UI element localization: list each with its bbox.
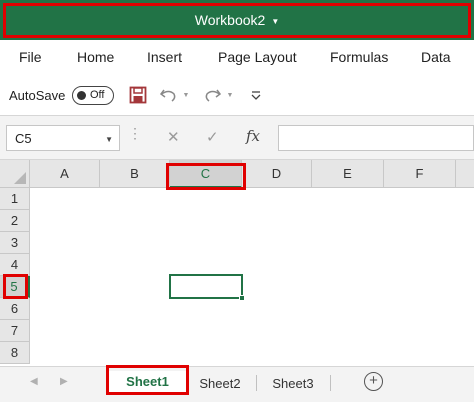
- scroll-left-icon[interactable]: ◀: [30, 376, 38, 387]
- chevron-down-icon[interactable]: ▼: [105, 135, 113, 144]
- row-header-3[interactable]: 3: [0, 232, 30, 254]
- workbook-title: Workbook2: [194, 12, 266, 28]
- ribbon-tabs: File Home Insert Page Layout Formulas Da…: [0, 40, 474, 76]
- insert-function-button[interactable]: fx: [246, 127, 260, 145]
- select-all-icon: [14, 172, 26, 184]
- row-header-5[interactable]: 5: [0, 276, 30, 298]
- grip-icon[interactable]: ⋮: [128, 126, 142, 140]
- autosave-label: AutoSave: [9, 88, 66, 103]
- active-cell-c5[interactable]: [169, 274, 245, 301]
- customize-qat-icon[interactable]: [248, 84, 264, 106]
- tab-separator: [330, 375, 331, 391]
- toggle-knob: [77, 91, 86, 100]
- column-header-a[interactable]: A: [30, 160, 100, 188]
- name-box-value: C5: [15, 131, 32, 146]
- tab-home[interactable]: Home: [77, 49, 114, 65]
- formula-bar: C5 ▼ ⋮ ✕ ✓ fx: [0, 116, 474, 160]
- cancel-icon[interactable]: ✕: [167, 128, 180, 146]
- tab-data[interactable]: Data: [421, 49, 451, 65]
- redo-dropdown-icon[interactable]: ▼: [225, 84, 235, 106]
- undo-icon[interactable]: [158, 84, 180, 106]
- save-icon[interactable]: [126, 84, 150, 106]
- row-header-7[interactable]: 7: [0, 320, 30, 342]
- row-header-8[interactable]: 8: [0, 342, 30, 364]
- row-header-2[interactable]: 2: [0, 210, 30, 232]
- tab-insert[interactable]: Insert: [147, 49, 182, 65]
- title-bar: Workbook2 ▼: [0, 0, 474, 40]
- quick-access-toolbar: AutoSave Off ▼ ▼: [0, 76, 474, 116]
- undo-dropdown-icon[interactable]: ▼: [181, 84, 191, 106]
- fill-handle[interactable]: [239, 295, 245, 301]
- column-header-e[interactable]: E: [312, 160, 384, 188]
- enter-icon[interactable]: ✓: [206, 128, 219, 146]
- row-header-1[interactable]: 1: [0, 188, 30, 210]
- add-sheet-button[interactable]: +: [364, 372, 383, 391]
- autosave-state: Off: [90, 89, 105, 101]
- sheet-tab-sheet3[interactable]: Sheet3: [262, 371, 324, 395]
- column-header-next[interactable]: [456, 160, 474, 188]
- row-header-6[interactable]: 6: [0, 298, 30, 320]
- sheet-tab-bar: ◀ ▶ Sheet1 Sheet2 Sheet3 +: [0, 366, 474, 402]
- sheet-tab-sheet2[interactable]: Sheet2: [189, 371, 251, 395]
- row-header-4[interactable]: 4: [0, 254, 30, 276]
- scroll-right-icon[interactable]: ▶: [60, 376, 68, 387]
- column-header-b[interactable]: B: [100, 160, 170, 188]
- worksheet-grid[interactable]: A B C D E F 1 2 3 4 5 6 7 8: [0, 160, 474, 366]
- column-header-c[interactable]: C: [170, 160, 242, 188]
- tab-file[interactable]: File: [19, 49, 42, 65]
- column-header-f[interactable]: F: [384, 160, 456, 188]
- workbook-title-menu[interactable]: Workbook2 ▼: [0, 0, 474, 40]
- redo-icon[interactable]: [201, 84, 223, 106]
- tab-formulas[interactable]: Formulas: [330, 49, 388, 65]
- tab-page-layout[interactable]: Page Layout: [218, 49, 297, 65]
- name-box[interactable]: C5 ▼: [6, 125, 120, 151]
- chevron-down-icon: ▼: [271, 16, 280, 26]
- select-all-button[interactable]: [0, 160, 30, 188]
- formula-input[interactable]: [278, 125, 474, 151]
- tab-separator: [256, 375, 257, 391]
- column-header-d[interactable]: D: [242, 160, 312, 188]
- sheet-tab-sheet1[interactable]: Sheet1: [109, 371, 186, 395]
- autosave-toggle[interactable]: Off: [72, 86, 114, 105]
